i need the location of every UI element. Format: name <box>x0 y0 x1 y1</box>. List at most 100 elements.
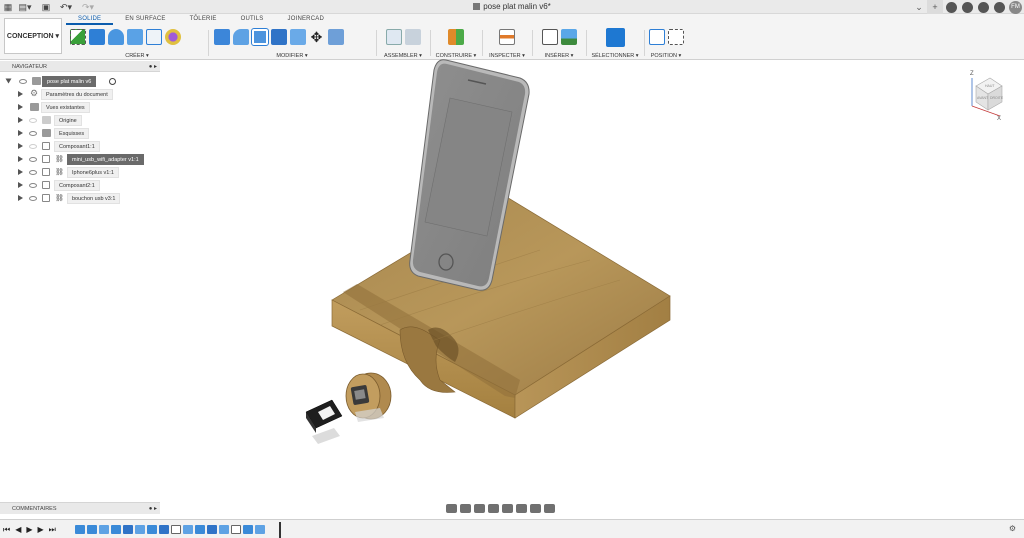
go-to-start-icon[interactable]: ⏮ <box>3 525 10 535</box>
visibility-eye-icon[interactable] <box>29 157 37 162</box>
timeline-feature[interactable] <box>87 525 97 534</box>
zoom-icon[interactable] <box>487 503 499 513</box>
timeline-controls: ⏮ ◀ ▶ ▶ ⏭ <box>3 524 61 535</box>
timeline-feature[interactable] <box>147 525 157 534</box>
tree-item-component1[interactable]: Composant1:1 <box>0 141 160 152</box>
timeline-feature[interactable] <box>183 525 193 534</box>
component-icon <box>42 155 50 163</box>
step-forward-icon[interactable]: ▶ <box>38 525 44 534</box>
expand-chevron-icon[interactable] <box>18 91 23 97</box>
component-icon <box>42 142 50 150</box>
timeline-feature[interactable] <box>171 525 181 534</box>
expand-chevron-icon[interactable] <box>18 195 23 201</box>
timeline-feature[interactable] <box>99 525 109 534</box>
tree-item-label[interactable]: bouchon usb v3:1 <box>67 193 121 204</box>
visibility-eye-icon[interactable] <box>19 79 27 84</box>
fit-icon[interactable] <box>501 503 513 513</box>
expand-chevron-icon[interactable] <box>18 143 23 149</box>
navigator-header[interactable]: NAVIGATEUR ● ▸ <box>0 61 160 72</box>
go-to-end-icon[interactable]: ⏭ <box>49 525 56 535</box>
timeline-features <box>75 524 267 535</box>
tree-item-usb-adapter[interactable]: ⛓ mini_usb_wifi_adapter v1:1 <box>0 154 160 165</box>
pan-icon[interactable] <box>473 503 485 513</box>
timeline-feature[interactable] <box>123 525 133 534</box>
expand-chevron-icon[interactable] <box>18 182 23 188</box>
tree-root[interactable]: pose plat malin v6 <box>0 76 160 87</box>
tree-item-label[interactable]: Origine <box>54 115 82 126</box>
x-axis-label: X <box>997 116 1001 122</box>
expand-chevron-icon[interactable] <box>18 130 23 136</box>
timeline-feature[interactable] <box>231 525 241 534</box>
visibility-eye-icon[interactable] <box>29 144 37 149</box>
navigator-menu-icons[interactable]: ● ▸ <box>149 63 157 70</box>
visibility-eye-icon[interactable] <box>29 196 37 201</box>
visibility-eye-icon[interactable] <box>29 131 37 136</box>
gear-icon: ⚙ <box>30 88 39 98</box>
expand-chevron-icon[interactable] <box>18 104 23 110</box>
visibility-eye-icon[interactable] <box>29 170 37 175</box>
timeline-feature[interactable] <box>135 525 145 534</box>
tree-item-label[interactable]: Iphone6plus v1:1 <box>67 167 119 178</box>
grid-settings-icon[interactable] <box>529 503 541 513</box>
tree-item-component2[interactable]: Composant2:1 <box>0 180 160 191</box>
timeline-feature[interactable] <box>243 525 253 534</box>
visibility-eye-icon[interactable] <box>29 118 37 123</box>
folder-icon <box>42 116 51 124</box>
fusion-app: ▦ ▤▾ ▣ ↶▾ ↷▾ pose plat malin v6* ⌄ + FM … <box>0 0 1024 538</box>
expand-chevron-icon[interactable] <box>18 169 23 175</box>
activate-radio-icon[interactable] <box>109 78 116 85</box>
link-icon: ⛓ <box>55 156 64 163</box>
tree-item-usb-cap[interactable]: ⛓ bouchon usb v3:1 <box>0 193 160 204</box>
adapter-shadow <box>312 428 340 444</box>
expand-chevron-icon[interactable] <box>18 117 23 123</box>
tree-item-sketches[interactable]: Esquisses <box>0 128 160 139</box>
tree-item-iphone[interactable]: ⛓ Iphone6plus v1:1 <box>0 167 160 178</box>
tree-item-origin[interactable]: Origine <box>0 115 160 126</box>
tree-item-label[interactable]: Vues existantes <box>41 102 90 113</box>
cap-slot-inner <box>354 389 366 400</box>
tree-item-named-views[interactable]: Vues existantes <box>0 102 160 113</box>
tree-item-label[interactable]: Composant1:1 <box>54 141 100 152</box>
viewports-icon[interactable] <box>543 503 555 513</box>
link-icon: ⛓ <box>55 195 64 202</box>
timeline-marker[interactable] <box>279 522 281 538</box>
timeline-feature[interactable] <box>219 525 229 534</box>
tree-item-label[interactable]: mini_usb_wifi_adapter v1:1 <box>67 154 144 165</box>
viewcube-front-label: AVANT <box>977 96 989 100</box>
look-at-icon[interactable] <box>459 503 471 513</box>
component-icon <box>42 181 50 189</box>
navigation-bar <box>444 502 579 514</box>
gear-icon[interactable]: ⚙ <box>1009 524 1016 533</box>
timeline: ⏮ ◀ ▶ ▶ ⏭ ⚙ <box>0 519 1024 538</box>
component-icon <box>42 194 50 202</box>
tree-item-document-settings[interactable]: ⚙ Paramètres du document <box>0 88 160 100</box>
link-icon: ⛓ <box>55 169 64 176</box>
viewcube-right-label: DROITE <box>990 96 1004 100</box>
timeline-feature[interactable] <box>195 525 205 534</box>
timeline-feature[interactable] <box>207 525 217 534</box>
expand-chevron-icon[interactable] <box>18 156 23 162</box>
orbit-icon[interactable] <box>445 503 457 513</box>
timeline-feature[interactable] <box>255 525 265 534</box>
expand-chevron-icon[interactable] <box>5 78 12 84</box>
play-icon[interactable]: ▶ <box>26 525 32 534</box>
comments-menu-icons[interactable]: ● ▸ <box>149 505 157 512</box>
tree-root-label[interactable]: pose plat malin v6 <box>42 76 97 87</box>
viewcube-top-label: HAUT <box>985 84 995 88</box>
timeline-feature[interactable] <box>159 525 169 534</box>
folder-icon <box>30 103 39 111</box>
usb-adapter-model[interactable] <box>305 399 343 444</box>
tree-item-label[interactable]: Composant2:1 <box>54 180 100 191</box>
viewcube[interactable]: Z HAUT AVANT DROITE X <box>966 66 1006 122</box>
usb-cap-model[interactable] <box>345 372 392 422</box>
display-settings-icon[interactable] <box>515 503 527 513</box>
component-icon <box>42 168 50 176</box>
tree-item-label[interactable]: Esquisses <box>54 128 90 139</box>
timeline-feature[interactable] <box>75 525 85 534</box>
visibility-eye-icon[interactable] <box>29 183 37 188</box>
document-icon <box>32 77 41 85</box>
step-back-icon[interactable]: ◀ <box>15 525 21 534</box>
tree-item-label[interactable]: Paramètres du document <box>41 89 113 100</box>
timeline-feature[interactable] <box>111 525 121 534</box>
comments-panel[interactable]: COMMENTAIRES ● ▸ <box>0 502 160 514</box>
